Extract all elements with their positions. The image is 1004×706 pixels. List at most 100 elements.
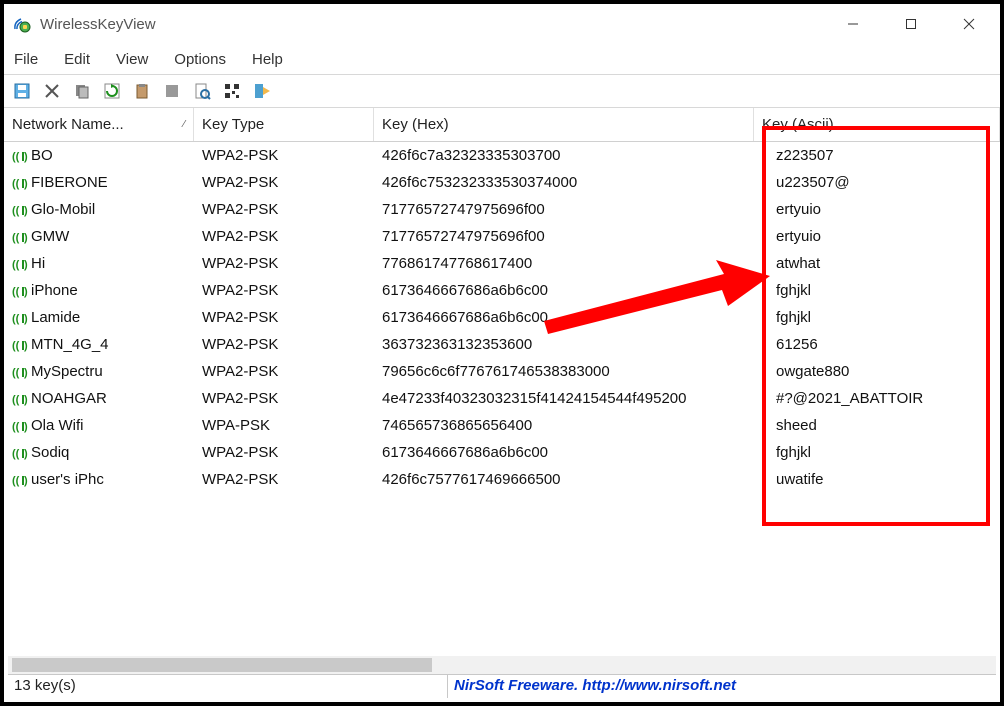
status-item-count: 13 key(s) bbox=[8, 675, 448, 698]
column-header-network-name[interactable]: Network Name... ⁄ bbox=[4, 108, 194, 141]
table-row[interactable]: (()iPhoneWPA2-PSK6173646667686a6b6c00fgh… bbox=[4, 277, 1000, 304]
table-row[interactable]: (()Glo-MobilWPA2-PSK71776572747975696f00… bbox=[4, 196, 1000, 223]
refresh-button[interactable] bbox=[100, 79, 124, 103]
table-row[interactable]: (()user's iPhcWPA2-PSK426f6c757761746966… bbox=[4, 466, 1000, 493]
svg-text:): ) bbox=[24, 421, 28, 433]
wifi-icon: (() bbox=[12, 257, 28, 271]
cell-key-ascii: fghjkl bbox=[754, 309, 1000, 326]
cell-key-hex: 71776572747975696f00 bbox=[374, 228, 754, 245]
svg-text:): ) bbox=[24, 232, 28, 244]
exit-button[interactable] bbox=[250, 79, 274, 103]
table-row[interactable]: (()LamideWPA2-PSK6173646667686a6b6c00fgh… bbox=[4, 304, 1000, 331]
column-header-key-hex[interactable]: Key (Hex) bbox=[374, 108, 754, 141]
app-icon bbox=[12, 14, 32, 34]
minimize-button[interactable] bbox=[824, 4, 882, 44]
cell-key-ascii: sheed bbox=[754, 417, 1000, 434]
cell-key-type: WPA2-PSK bbox=[194, 201, 374, 218]
toolbar bbox=[4, 74, 1000, 108]
svg-text:((: (( bbox=[12, 367, 20, 379]
minimize-icon bbox=[847, 18, 859, 30]
svg-text:((: (( bbox=[12, 421, 20, 433]
network-name-text: BO bbox=[31, 147, 53, 164]
network-name-text: MTN_4G_4 bbox=[31, 336, 109, 353]
stop-button[interactable] bbox=[160, 79, 184, 103]
svg-text:): ) bbox=[24, 394, 28, 406]
cell-key-hex: 71776572747975696f00 bbox=[374, 201, 754, 218]
menu-file[interactable]: File bbox=[12, 49, 40, 70]
cell-network-name: (()Glo-Mobil bbox=[4, 201, 194, 218]
paste-button[interactable] bbox=[130, 79, 154, 103]
menu-bar: File Edit View Options Help bbox=[4, 44, 1000, 74]
cell-network-name: (()Lamide bbox=[4, 309, 194, 326]
cell-key-type: WPA2-PSK bbox=[194, 336, 374, 353]
network-name-text: user's iPhc bbox=[31, 471, 104, 488]
menu-edit[interactable]: Edit bbox=[62, 49, 92, 70]
table-row[interactable]: (()GMWWPA2-PSK71776572747975696f00ertyui… bbox=[4, 223, 1000, 250]
svg-text:): ) bbox=[24, 286, 28, 298]
column-header-key-type[interactable]: Key Type bbox=[194, 108, 374, 141]
column-header-key-ascii[interactable]: Key (Ascii) bbox=[754, 108, 1000, 141]
cell-key-hex: 4e47233f40323032315f41424154544f495200 bbox=[374, 390, 754, 407]
list-view[interactable]: Network Name... ⁄ Key Type Key (Hex) Key… bbox=[4, 108, 1000, 656]
cell-key-ascii: #?@2021_ABATTOIR bbox=[754, 390, 1000, 407]
network-name-text: GMW bbox=[31, 228, 69, 245]
table-row[interactable]: (()Ola WifiWPA-PSK74656573686565640​0she… bbox=[4, 412, 1000, 439]
wifi-icon: (() bbox=[12, 419, 28, 433]
qrcode-icon bbox=[223, 82, 241, 100]
delete-x-icon bbox=[43, 82, 61, 100]
svg-text:((: (( bbox=[12, 259, 20, 271]
cell-key-hex: 6173646667686a6b6c00 bbox=[374, 309, 754, 326]
cell-network-name: (()Hi bbox=[4, 255, 194, 272]
table-row[interactable]: (()NOAHGARWPA2-PSK4e47233f40323032315f41… bbox=[4, 385, 1000, 412]
delete-button[interactable] bbox=[40, 79, 64, 103]
wifi-icon: (() bbox=[12, 176, 28, 190]
column-header-label: Network Name... bbox=[12, 116, 124, 133]
cell-network-name: (()FIBERONE bbox=[4, 174, 194, 191]
menu-options[interactable]: Options bbox=[172, 49, 228, 70]
cell-key-type: WPA2-PSK bbox=[194, 390, 374, 407]
wifi-icon: (() bbox=[12, 149, 28, 163]
cell-key-type: WPA2-PSK bbox=[194, 174, 374, 191]
network-name-text: iPhone bbox=[31, 282, 78, 299]
table-row[interactable]: (()BOWPA2-PSK426f6c7a32323335303700z2235… bbox=[4, 142, 1000, 169]
table-row[interactable]: (()FIBERONEWPA2-PSK426f6c753232333530374… bbox=[4, 169, 1000, 196]
cell-key-hex: 77686174776861740​0 bbox=[374, 255, 754, 272]
qrcode-button[interactable] bbox=[220, 79, 244, 103]
wifi-icon: (() bbox=[12, 338, 28, 352]
table-row[interactable]: (()SodiqWPA2-PSK6173646667686a6b6c00fghj… bbox=[4, 439, 1000, 466]
network-name-text: Glo-Mobil bbox=[31, 201, 95, 218]
horizontal-scrollbar[interactable] bbox=[8, 656, 996, 674]
window-frame: WirelessKeyView File Edit View Options H… bbox=[0, 0, 1004, 706]
table-row[interactable]: (()MySpectruWPA2-PSK79656c6c6f7767617465… bbox=[4, 358, 1000, 385]
close-button[interactable] bbox=[940, 4, 998, 44]
save-button[interactable] bbox=[10, 79, 34, 103]
svg-text:((: (( bbox=[12, 205, 20, 217]
copy-button[interactable] bbox=[70, 79, 94, 103]
wifi-icon: (() bbox=[12, 284, 28, 298]
svg-text:): ) bbox=[24, 475, 28, 487]
wifi-icon: (() bbox=[12, 473, 28, 487]
svg-text:((: (( bbox=[12, 475, 20, 487]
properties-button[interactable] bbox=[190, 79, 214, 103]
cell-network-name: (()MTN_4G_4 bbox=[4, 336, 194, 353]
table-row[interactable]: (()MTN_4G_4WPA2-PSK363732363132353600612… bbox=[4, 331, 1000, 358]
network-name-text: Sodiq bbox=[31, 444, 69, 461]
cell-key-ascii: ertyuio bbox=[754, 228, 1000, 245]
wifi-icon: (() bbox=[12, 311, 28, 325]
wifi-icon: (() bbox=[12, 365, 28, 379]
svg-text:((: (( bbox=[12, 178, 20, 190]
menu-view[interactable]: View bbox=[114, 49, 150, 70]
status-bar: 13 key(s) NirSoft Freeware. http://www.n… bbox=[8, 674, 996, 698]
table-row[interactable]: (()HiWPA2-PSK77686174776861740​0atwhat bbox=[4, 250, 1000, 277]
cell-key-ascii: z223507 bbox=[754, 147, 1000, 164]
rows-container: (()BOWPA2-PSK426f6c7a32323335303700z2235… bbox=[4, 142, 1000, 493]
horizontal-scrollbar-thumb[interactable] bbox=[12, 658, 432, 672]
network-name-text: Hi bbox=[31, 255, 45, 272]
menu-help[interactable]: Help bbox=[250, 49, 285, 70]
network-name-text: MySpectru bbox=[31, 363, 103, 380]
stop-icon bbox=[163, 82, 181, 100]
cell-key-hex: 6173646667686a6b6c00 bbox=[374, 444, 754, 461]
maximize-button[interactable] bbox=[882, 4, 940, 44]
cell-key-ascii: fghjkl bbox=[754, 282, 1000, 299]
cell-key-ascii: fghjkl bbox=[754, 444, 1000, 461]
